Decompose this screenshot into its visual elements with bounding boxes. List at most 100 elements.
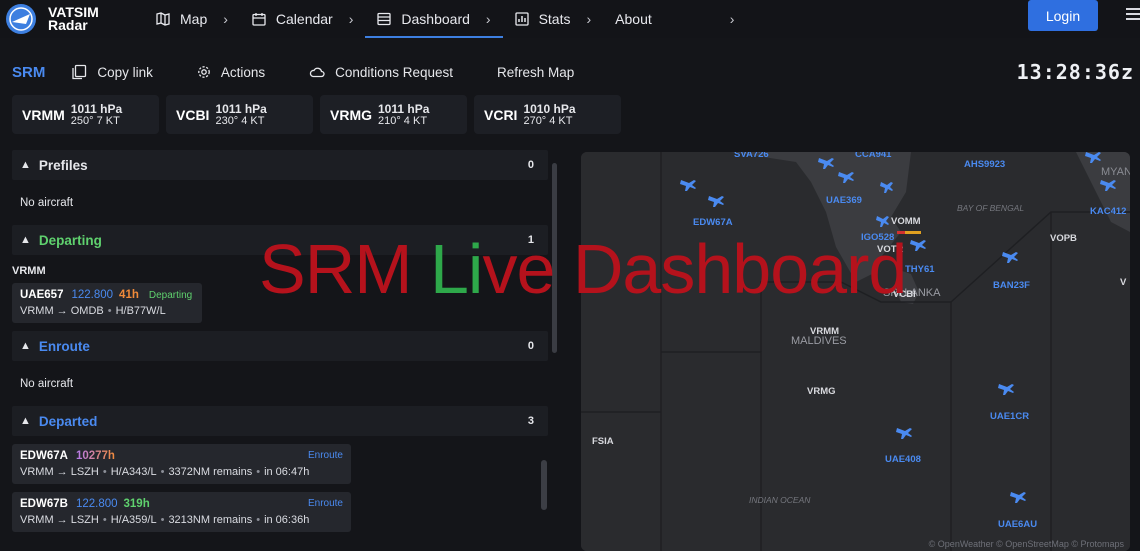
live-map[interactable]: MYANMA BAY OF BENGAL SRI LANKA MALDIVES … [581, 152, 1130, 551]
refresh-map-label: Refresh Map [496, 64, 575, 80]
chevron-right-icon: › [729, 11, 735, 27]
dashboard-toolbar: SRM Copy link Actions Conditions Request… [0, 52, 1140, 92]
nav-item-about[interactable]: About › [603, 0, 833, 38]
empty-message: No aircraft [20, 377, 74, 390]
airport-code: SRM [12, 63, 46, 81]
conditions-request-button[interactable]: Conditions Request [309, 65, 453, 80]
aircraft-type: H/A359/L [110, 514, 157, 526]
callsign: EDW67B [20, 498, 68, 510]
nav-item-map-label: Map [180, 11, 208, 27]
status-badge: Departing [148, 290, 193, 301]
status-badge: Enroute [307, 498, 343, 509]
copy-link-button[interactable]: Copy link [71, 64, 153, 80]
departed-scrollbar[interactable] [541, 460, 547, 510]
weather-info: 1011 hPa 230° 4 KT [215, 103, 266, 127]
weather-card[interactable]: VCRI 1010 hPa 270° 4 KT [474, 95, 621, 134]
top-nav: VATSIM Radar Map › Calendar › Dashboard … [0, 0, 1140, 38]
aircraft-card[interactable]: EDW67A 10277h Enroute VRMM → LSZH • H/A343… [12, 444, 351, 484]
chevron-up-icon: ▲ [20, 234, 31, 246]
weather-card[interactable]: VRMM 1011 hPa 250° 7 KT [12, 95, 159, 134]
nav-item-stats-label: Stats [538, 11, 571, 27]
copy-icon [72, 64, 87, 80]
flight-label: CCA941 [855, 152, 892, 160]
status-badge: Enroute [307, 450, 343, 461]
pilot-hours: 319h [123, 498, 150, 510]
aircraft-card[interactable]: UAE657 122.800 41h Departing VRMM → OMDB… [12, 283, 202, 323]
nav-menu: Map › Calendar › Dashboard › Stats › Abo… [144, 0, 833, 38]
airport-label: VRMG [807, 386, 836, 397]
map-canvas: MYANMA BAY OF BENGAL SRI LANKA MALDIVES … [581, 152, 1130, 551]
map-attribution[interactable]: © OpenWeather © OpenStreetMap © Protomap… [929, 539, 1124, 549]
route: VRMM → LSZH [20, 514, 99, 526]
traffic-panel: ▲ Prefiles 0 No aircraft ▲ Departing 1 V… [12, 150, 548, 551]
hamburger-menu-icon[interactable] [1126, 8, 1140, 23]
weather-icao: VCBI [176, 106, 210, 123]
weather-wind: 270° 4 KT [523, 114, 573, 127]
weather-wind: 210° 4 KT [378, 114, 428, 127]
frequency: 122.800 [71, 289, 114, 301]
pilot-hours: 41h [119, 289, 139, 301]
section-title: Enroute [38, 338, 90, 354]
weather-info: 1011 hPa 210° 4 KT [378, 103, 429, 127]
flight-label: UAE408 [885, 454, 921, 465]
gear-icon [198, 66, 210, 78]
calendar-icon [252, 13, 266, 26]
dashboard-title-overlay: SRM Live Dashboard [259, 229, 907, 309]
airport-label: VOPB [1050, 233, 1077, 244]
section-count: 0 [527, 340, 534, 352]
brand-line2: Radar [48, 17, 88, 33]
dashboard-icon [377, 12, 392, 26]
callsign: UAE657 [20, 289, 64, 301]
overlay-text-part3: ve Dashboard [482, 230, 907, 308]
callsign: EDW67A [20, 450, 68, 462]
weather-wind: 230° 4 KT [215, 114, 265, 127]
nav-item-dashboard-label: Dashboard [401, 11, 470, 27]
airport-label: FSIA [592, 436, 614, 447]
nav-item-dashboard[interactable]: Dashboard › [365, 0, 503, 38]
separator-dot: • [102, 466, 107, 478]
separator-dot: • [107, 305, 112, 317]
flight-label: UAE369 [826, 195, 862, 206]
nav-item-map[interactable]: Map › [144, 0, 240, 38]
overlay-text-part1: SRM [259, 230, 430, 308]
airport-label: VOMM [891, 216, 921, 227]
separator-dot: • [102, 514, 107, 526]
aircraft-type: H/B77W/L [115, 305, 166, 317]
flight-label: UAE1CR [990, 411, 1029, 422]
brand-logo[interactable]: VATSIM Radar [4, 2, 144, 36]
weather-card[interactable]: VRMG 1011 hPa 210° 4 KT [320, 95, 467, 134]
map-region-label: MYANMA [1101, 166, 1130, 178]
distance-remaining: 3372NM remains [168, 466, 253, 478]
weather-pressure: 1011 hPa [215, 101, 267, 116]
weather-icao: VRMG [330, 106, 372, 123]
aircraft-card[interactable]: EDW67B 122.800 319h Enroute VRMM → LSZH •… [12, 492, 351, 532]
chevron-up-icon: ▲ [20, 415, 31, 427]
separator-dot: • [256, 466, 261, 478]
chevron-up-icon: ▲ [20, 159, 31, 171]
nav-item-calendar-label: Calendar [275, 11, 333, 27]
nav-item-about-label: About [615, 11, 652, 27]
section-enroute-header[interactable]: ▲ Enroute 0 [12, 331, 548, 361]
aircraft-summary: EDW67A 10277h Enroute [20, 450, 343, 462]
route: VRMM → LSZH [20, 466, 99, 478]
brand-name: VATSIM Radar [48, 5, 99, 33]
utc-clock: 13:28:36z [1016, 60, 1134, 84]
flight-label: UAE6AU [998, 519, 1037, 530]
section-departed-header[interactable]: ▲ Departed 3 [12, 406, 548, 436]
actions-button[interactable]: Actions [197, 65, 265, 80]
aircraft-summary: EDW67B 122.800 319h Enroute [20, 498, 343, 510]
chevron-up-icon: ▲ [20, 340, 31, 352]
section-prefiles-header[interactable]: ▲ Prefiles 0 [12, 150, 548, 180]
refresh-map-button[interactable]: Refresh Map [497, 65, 574, 80]
login-button[interactable]: Login [1028, 0, 1098, 31]
aircraft-route: VRMM → LSZH • H/A359/L • 3213NM remains • in 0… [20, 514, 343, 526]
flight-label: KAC412 [1090, 206, 1126, 217]
section-count: 3 [527, 415, 534, 427]
flight-label: EDW67A [693, 217, 733, 228]
weather-card[interactable]: VCBI 1011 hPa 230° 4 KT [166, 95, 313, 134]
separator-dot: • [256, 514, 261, 526]
nav-item-stats[interactable]: Stats › [503, 0, 604, 38]
nav-item-calendar[interactable]: Calendar › [240, 0, 366, 38]
map-icon [156, 12, 170, 26]
radar-logo-icon [6, 4, 36, 34]
